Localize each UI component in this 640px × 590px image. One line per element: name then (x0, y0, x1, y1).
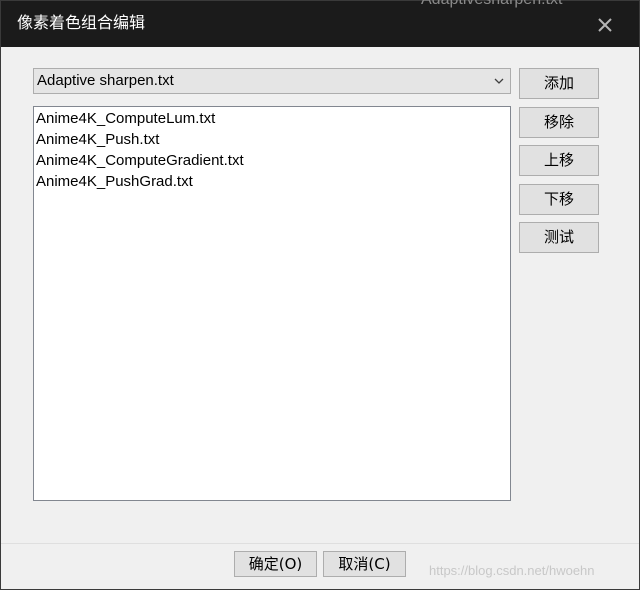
shader-select-value: Adaptive sharpen.txt (37, 72, 174, 89)
shader-select-dropdown[interactable]: Adaptive sharpen.txt (33, 68, 511, 94)
shader-list[interactable]: Anime4K_ComputeLum.txt Anime4K_Push.txt … (33, 106, 511, 501)
chevron-down-icon (494, 78, 504, 84)
move-down-button[interactable]: 下移 (519, 184, 599, 215)
cancel-button[interactable]: 取消(C) (323, 551, 406, 577)
shader-combo-dialog: Adaptivesharpen.txt 像素着色组合编辑 Adaptive sh… (0, 0, 640, 590)
list-item[interactable]: Anime4K_ComputeGradient.txt (36, 151, 244, 171)
test-button[interactable]: 测试 (519, 222, 599, 253)
watermark-text: https://blog.csdn.net/hwoehn (429, 563, 595, 578)
background-window-text: Adaptivesharpen.txt (421, 0, 562, 9)
title-bar[interactable]: Adaptivesharpen.txt 像素着色组合编辑 (1, 0, 639, 47)
ok-button[interactable]: 确定(O) (234, 551, 317, 577)
add-button[interactable]: 添加 (519, 68, 599, 99)
close-button[interactable] (591, 7, 621, 41)
window-title: 像素着色组合编辑 (17, 15, 146, 32)
list-item[interactable]: Anime4K_ComputeLum.txt (36, 109, 215, 129)
close-icon (598, 18, 612, 32)
list-item[interactable]: Anime4K_Push.txt (36, 130, 159, 150)
list-item[interactable]: Anime4K_PushGrad.txt (36, 172, 193, 192)
remove-button[interactable]: 移除 (519, 107, 599, 138)
move-up-button[interactable]: 上移 (519, 145, 599, 176)
